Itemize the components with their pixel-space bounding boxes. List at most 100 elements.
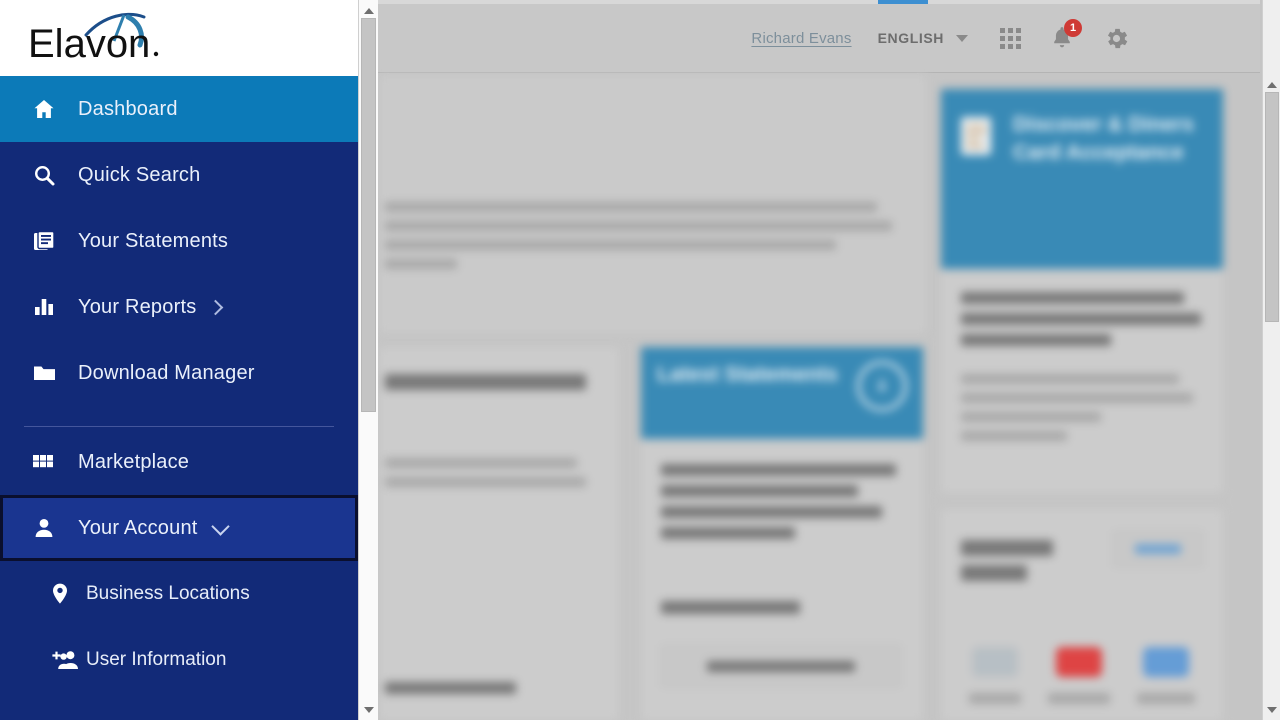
- download-statements-button[interactable]: [661, 645, 901, 687]
- notification-bell-icon[interactable]: 1: [1049, 19, 1082, 51]
- sidebar-item-business-locations[interactable]: Business Locations: [0, 561, 358, 627]
- apps-grid-icon[interactable]: [1000, 27, 1021, 49]
- acceptance-heading-line: [961, 313, 1201, 325]
- quick-links-title-block: [961, 531, 1067, 590]
- bar-chart-icon: [32, 295, 66, 319]
- sidebar-item-quick-search[interactable]: Quick Search: [0, 142, 358, 208]
- search-glyph: [34, 165, 55, 186]
- language-selector-label[interactable]: ENGLISH: [878, 30, 944, 46]
- quick-links-header: [941, 509, 1223, 590]
- quick-link-label: [1137, 693, 1196, 704]
- scroll-up-arrow[interactable]: [1263, 76, 1280, 93]
- card-acceptance-card: Discover & Diners Card Acceptance: [940, 88, 1224, 494]
- app-root: Richard Evans ENGLISH 1 Latest Statement…: [0, 0, 1280, 720]
- download-button-label: [707, 660, 855, 672]
- card-acceptance-body: [941, 269, 1223, 441]
- recent-activity-title: [385, 374, 586, 390]
- acceptance-heading-line: [961, 292, 1184, 304]
- svg-text:Elavon: Elavon: [28, 22, 150, 66]
- scroll-up-arrow[interactable]: [359, 2, 378, 19]
- download-circle-icon[interactable]: [857, 361, 907, 411]
- brand-logo-area[interactable]: Elavon: [0, 0, 358, 76]
- quick-links-edit-button[interactable]: [1113, 531, 1203, 567]
- sidebar-item-label: Dashboard: [78, 97, 178, 120]
- triangle-down-icon: [1267, 706, 1277, 713]
- sidebar-item-label: Download Manager: [78, 361, 255, 384]
- quick-link-item[interactable]: [1047, 647, 1110, 713]
- triangle-up-icon: [363, 7, 374, 14]
- document-glyph: [34, 230, 55, 250]
- chevron-right-icon[interactable]: [208, 299, 224, 315]
- chevron-down-icon[interactable]: [956, 34, 968, 42]
- recent-activity-body: [379, 347, 619, 487]
- settings-gear-icon[interactable]: [1103, 25, 1130, 52]
- quick-link-icon: [1143, 647, 1190, 677]
- scroll-down-arrow[interactable]: [359, 701, 378, 718]
- acceptance-body-line: [961, 374, 1179, 384]
- sidebar-item-marketplace[interactable]: Marketplace: [0, 429, 358, 495]
- recent-activity-footer[interactable]: [385, 673, 553, 703]
- all-statements-link[interactable]: [661, 601, 801, 614]
- scrollbar-thumb[interactable]: [1265, 92, 1279, 322]
- recent-activity-card: [378, 346, 620, 720]
- notification-badge: 1: [1064, 19, 1082, 37]
- sub-item-label: Business Locations: [86, 583, 250, 604]
- elavon-logo-glyph: Elavon: [28, 13, 159, 66]
- sidebar-item-your-statements[interactable]: Your Statements: [0, 208, 358, 274]
- home-icon: [32, 97, 66, 121]
- sidebar-item-download-manager[interactable]: Download Manager: [0, 340, 358, 406]
- intro-card: [378, 74, 928, 334]
- acceptance-body-line: [961, 412, 1102, 422]
- latest-statements-body: [641, 439, 923, 614]
- quick-link-item[interactable]: [1137, 647, 1196, 713]
- grid-icon: [32, 451, 66, 473]
- recent-activity-line: [385, 458, 577, 468]
- statements-line: [661, 527, 796, 539]
- sidebar-item-label: Quick Search: [78, 163, 201, 186]
- quick-link-icon: [971, 647, 1018, 677]
- main-content-blurred: Latest Statements Discover & Diners Card…: [378, 74, 1260, 720]
- user-account-link[interactable]: Richard Evans: [751, 30, 851, 47]
- sidebar-item-label: Your Reports: [78, 295, 197, 318]
- top-header-bar: Richard Evans ENGLISH 1: [360, 4, 1260, 73]
- inner-vertical-scrollbar[interactable]: [358, 0, 378, 720]
- latest-statements-banner: Latest Statements: [641, 347, 923, 439]
- outer-vertical-scrollbar[interactable]: [1262, 0, 1280, 720]
- sidebar-item-dashboard[interactable]: Dashboard: [0, 76, 358, 142]
- card-acceptance-title: Discover & Diners Card Acceptance: [1013, 113, 1194, 164]
- gear-glyph: [1107, 28, 1128, 48]
- recent-activity-line: [385, 477, 586, 487]
- scrollbar-thumb[interactable]: [361, 18, 376, 412]
- quick-link-item[interactable]: [968, 647, 1021, 713]
- chevron-down-icon[interactable]: [210, 516, 230, 536]
- person-icon: [32, 516, 66, 540]
- person-glyph: [35, 519, 53, 537]
- intro-line: [385, 221, 892, 231]
- edit-button-label: [1135, 544, 1181, 554]
- intro-line: [385, 240, 836, 250]
- grid-glyph: [33, 455, 53, 468]
- intro-line: [385, 202, 877, 212]
- acceptance-body-line: [961, 393, 1194, 403]
- home-glyph: [34, 100, 54, 118]
- sidebar-item-user-information[interactable]: User Information: [0, 627, 358, 693]
- sub-item-label: User Information: [86, 649, 227, 670]
- acceptance-heading-line: [961, 334, 1112, 346]
- folder-glyph: [34, 366, 55, 380]
- quick-links-title: [961, 540, 1053, 556]
- card-document-glyph: [961, 117, 991, 155]
- triangle-down-icon: [363, 706, 374, 713]
- scroll-down-arrow[interactable]: [1263, 701, 1280, 718]
- latest-statements-title: Latest Statements: [657, 363, 838, 386]
- search-icon: [32, 163, 66, 187]
- sidebar-item-your-reports[interactable]: Your Reports: [0, 274, 358, 340]
- quick-links-row: [955, 647, 1209, 713]
- document-icon: [32, 229, 66, 253]
- bell-glyph-wrap: 1: [1049, 19, 1082, 51]
- apps-grid-glyph: [1000, 27, 1021, 49]
- quick-links-card: [940, 508, 1224, 720]
- quick-links-title: [961, 565, 1027, 581]
- card-document-icon: [959, 115, 993, 165]
- download-glyph: [877, 377, 887, 392]
- sidebar-item-your-account[interactable]: Your Account: [0, 495, 358, 561]
